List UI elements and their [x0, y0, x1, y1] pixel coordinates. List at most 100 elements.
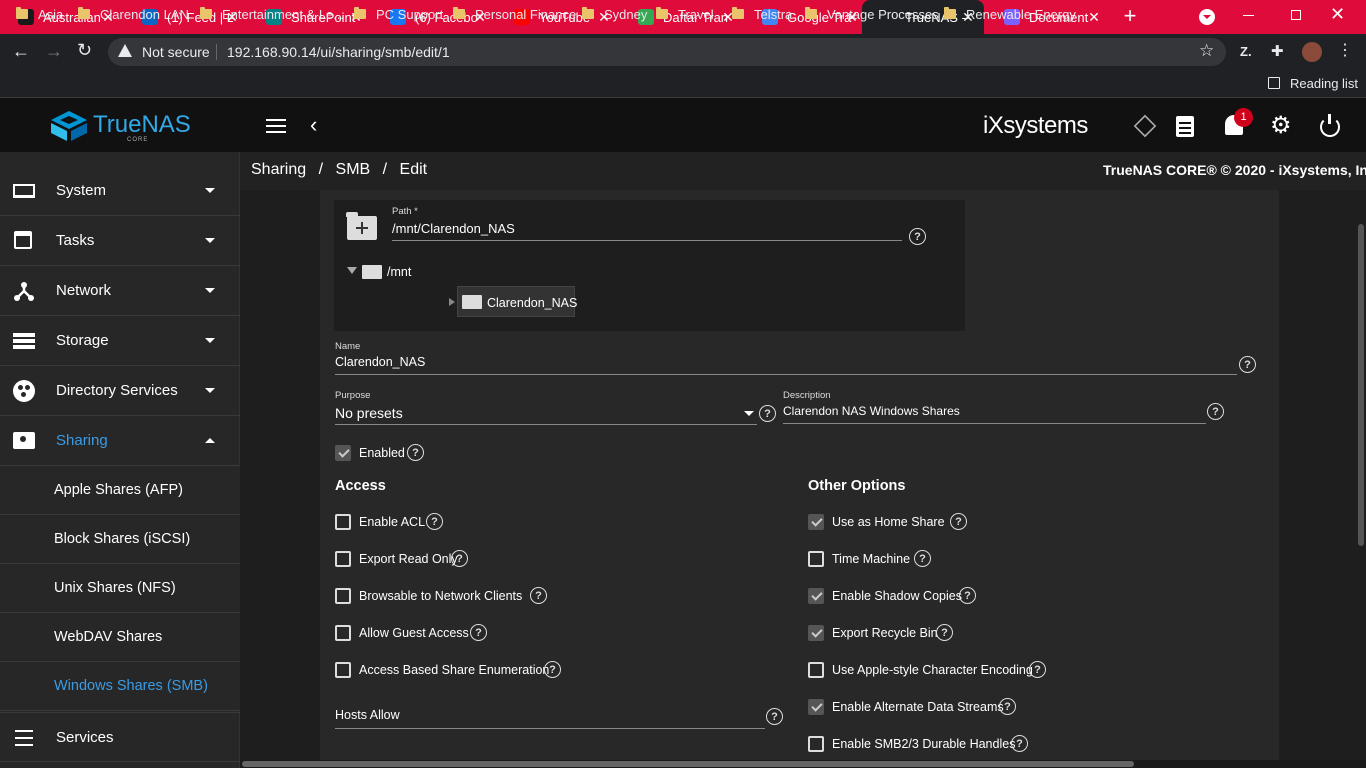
name-help-icon[interactable]: ?	[1239, 356, 1256, 373]
hamburger-menu-icon[interactable]	[266, 119, 286, 133]
help-icon[interactable]: ?	[1011, 735, 1028, 752]
option-checkbox[interactable]	[335, 662, 351, 678]
option-checkbox[interactable]	[808, 736, 824, 752]
bookmark-folder[interactable]: Vantage Processes	[805, 5, 939, 23]
extensions-icon[interactable]: ✚	[1271, 42, 1284, 60]
help-icon[interactable]: ?	[999, 698, 1016, 715]
enabled-help-icon[interactable]: ?	[407, 444, 424, 461]
tab-search-icon[interactable]	[1199, 9, 1215, 25]
help-icon[interactable]: ?	[451, 550, 468, 567]
breadcrumb-smb[interactable]: SMB	[336, 161, 371, 178]
bookmark-star-icon[interactable]: ☆	[1199, 41, 1214, 61]
help-icon[interactable]: ?	[1029, 661, 1046, 678]
browser-menu-icon[interactable]: ⋮	[1337, 40, 1353, 60]
sidebar-item-sharing[interactable]: Sharing	[0, 416, 240, 466]
option-checkbox[interactable]	[335, 625, 351, 641]
folder-icon	[732, 7, 744, 19]
option-checkbox[interactable]	[808, 551, 824, 567]
bookmark-folder[interactable]: Telstra	[732, 5, 792, 23]
bookmark-folder[interactable]: Entertainment & Le...	[200, 5, 344, 23]
sidebar-subitem-afp[interactable]: Apple Shares (AFP)	[0, 466, 240, 515]
name-input[interactable]: Clarendon_NAS	[335, 355, 425, 369]
description-input[interactable]: Clarendon NAS Windows Shares	[783, 404, 960, 418]
reading-list-label[interactable]: Reading list	[1290, 76, 1358, 91]
minimize-button[interactable]	[1243, 15, 1254, 16]
path-help-icon[interactable]: ?	[909, 228, 926, 245]
back-icon[interactable]: ←	[12, 41, 30, 62]
help-icon[interactable]: ?	[936, 624, 953, 641]
settings-gear-icon[interactable]: ⚙	[1270, 114, 1292, 138]
clipboard-icon[interactable]	[1176, 116, 1194, 137]
hosts-allow-underline	[335, 728, 765, 729]
bookmark-folder[interactable]: PC Support	[354, 5, 443, 23]
close-window-button[interactable]: ✕	[1330, 4, 1345, 25]
option-checkbox[interactable]	[808, 514, 824, 530]
close-tab-icon[interactable]: ✕	[1086, 9, 1102, 26]
power-icon[interactable]	[1320, 114, 1340, 137]
option-checkbox[interactable]	[808, 625, 824, 641]
bookmark-folder[interactable]: Asia	[16, 5, 63, 23]
option-checkbox[interactable]	[335, 514, 351, 530]
sidebar-item-directory-services[interactable]: Directory Services	[0, 366, 240, 416]
security-label[interactable]: Not secure	[142, 44, 210, 60]
sidebar-subitem-webdav[interactable]: WebDAV Shares	[0, 613, 240, 662]
restore-button[interactable]	[1291, 10, 1301, 20]
directory-icon	[13, 380, 35, 402]
sidebar-item-services[interactable]: Services	[0, 712, 240, 762]
tree-child-label[interactable]: Clarendon_NAS	[487, 296, 577, 310]
chevron-down-icon[interactable]	[744, 411, 754, 416]
option-label: Allow Guest Access	[359, 626, 469, 640]
vertical-scrollbar[interactable]	[1356, 190, 1366, 760]
warning-icon[interactable]	[118, 44, 132, 57]
option-checkbox[interactable]	[335, 588, 351, 604]
help-icon[interactable]: ?	[426, 513, 443, 530]
bookmark-folder[interactable]: Clarendon LAN	[78, 5, 189, 23]
horizontal-scrollbar[interactable]	[240, 760, 1366, 768]
sidebar-subitem-iscsi[interactable]: Block Shares (iSCSI)	[0, 515, 240, 564]
main-content: Path * /mnt/Clarendon_NAS ? /mnt Clarend…	[240, 190, 1366, 760]
folder-icon	[362, 265, 382, 279]
sidebar-item-system[interactable]: System	[0, 166, 240, 216]
tree-expand-icon[interactable]	[347, 267, 357, 274]
enabled-checkbox[interactable]	[335, 445, 351, 461]
path-input[interactable]: /mnt/Clarendon_NAS	[392, 221, 515, 236]
option-checkbox[interactable]	[335, 551, 351, 567]
sidebar-subitem-nfs[interactable]: Unix Shares (NFS)	[0, 564, 240, 613]
new-tab-button[interactable]: +	[1120, 5, 1140, 27]
zotero-extension-icon[interactable]: Z.	[1240, 44, 1252, 59]
bookmark-folder[interactable]: Sydney	[582, 5, 647, 23]
tree-collapsed-icon[interactable]	[449, 298, 455, 306]
help-icon[interactable]: ?	[950, 513, 967, 530]
bookmark-folder[interactable]: Personal Finance	[453, 5, 576, 23]
purpose-help-icon[interactable]: ?	[759, 405, 776, 422]
hosts-allow-help-icon[interactable]: ?	[766, 708, 783, 725]
bookmark-folder[interactable]: Travel	[656, 5, 714, 23]
help-icon[interactable]: ?	[914, 550, 931, 567]
collapse-sidebar-icon[interactable]: ‹	[310, 112, 317, 138]
help-icon[interactable]: ?	[959, 587, 976, 604]
purpose-select[interactable]: No presets	[335, 405, 403, 421]
bookmark-folder[interactable]: Renewable Energy	[944, 5, 1076, 23]
profile-avatar[interactable]	[1302, 42, 1322, 62]
reading-list-icon[interactable]	[1268, 77, 1280, 89]
sidebar-item-network[interactable]: Network	[0, 266, 240, 316]
url-text[interactable]: 192.168.90.14/ui/sharing/smb/edit/1	[227, 44, 450, 60]
sidebar-subitem-smb[interactable]: Windows Shares (SMB)	[0, 662, 240, 711]
description-help-icon[interactable]: ?	[1207, 403, 1224, 420]
sidebar-item-storage[interactable]: Storage	[0, 316, 240, 366]
sidebar-item-tasks[interactable]: Tasks	[0, 216, 240, 266]
hosts-allow-input[interactable]: Hosts Allow	[335, 708, 400, 722]
help-icon[interactable]: ?	[470, 624, 487, 641]
add-folder-icon[interactable]	[346, 212, 377, 240]
notification-badge: 1	[1234, 108, 1253, 127]
forward-icon[interactable]: →	[45, 41, 63, 62]
option-checkbox[interactable]	[808, 699, 824, 715]
sidebar-subitem-label: Block Shares (iSCSI)	[54, 531, 191, 547]
reload-icon[interactable]: ↻	[77, 40, 92, 61]
tree-root-label[interactable]: /mnt	[387, 265, 411, 279]
breadcrumb-sharing[interactable]: Sharing	[251, 161, 306, 178]
help-icon[interactable]: ?	[544, 661, 561, 678]
option-checkbox[interactable]	[808, 588, 824, 604]
option-checkbox[interactable]	[808, 662, 824, 678]
help-icon[interactable]: ?	[530, 587, 547, 604]
